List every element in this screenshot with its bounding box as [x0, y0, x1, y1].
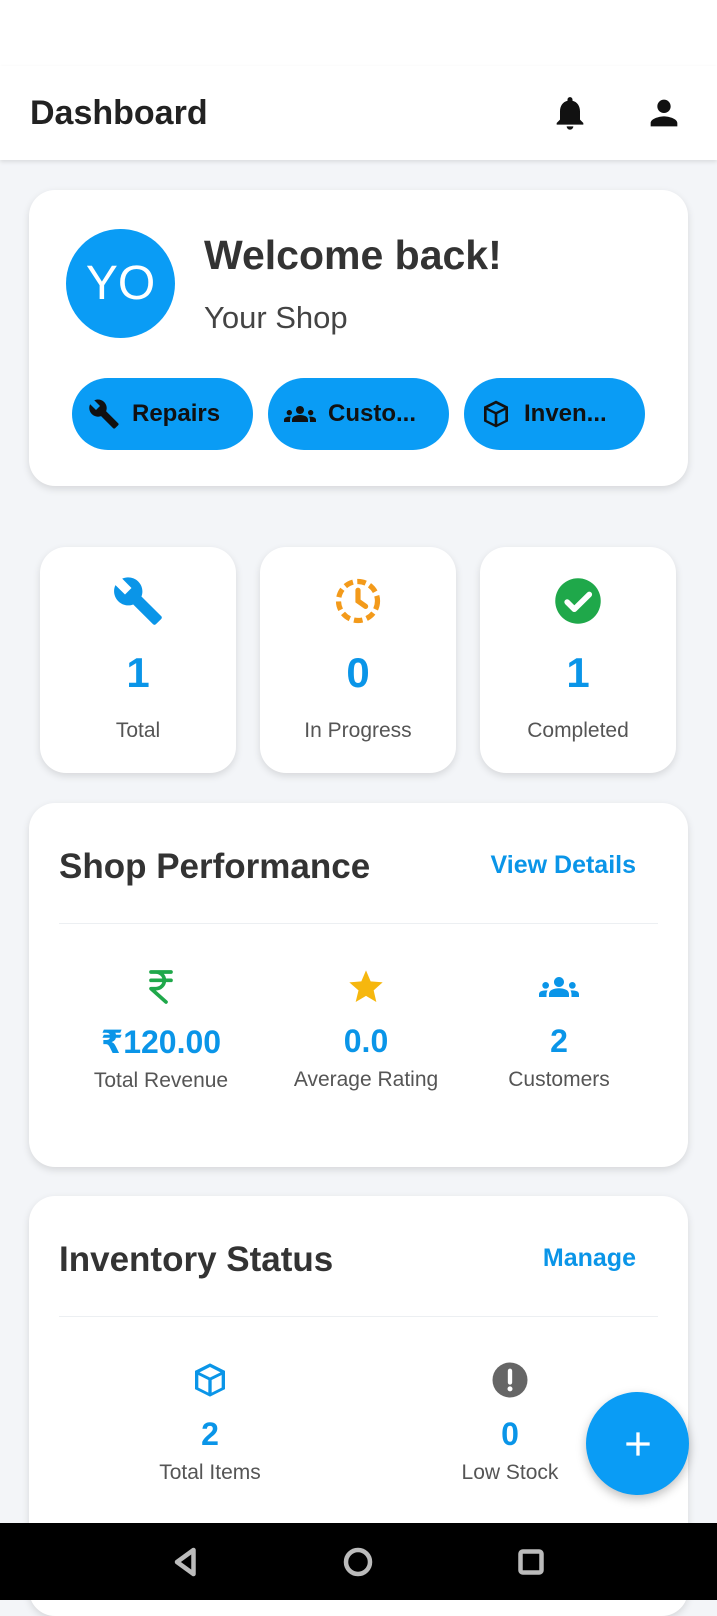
metric-value: 2 — [201, 1416, 219, 1452]
customers-chip-label: Custo... — [328, 400, 416, 427]
metric-value: 0 — [501, 1416, 519, 1452]
avatar[interactable]: YO — [66, 229, 175, 338]
stat-card-completed[interactable]: 1 Completed — [480, 547, 676, 773]
rupee-icon — [149, 970, 173, 1004]
metric-label: Low Stock — [461, 1461, 559, 1484]
inventory-chip-label: Inven... — [524, 400, 607, 427]
plus-icon — [625, 1431, 650, 1456]
stat-value: 1 — [566, 649, 590, 696]
stat-label: In Progress — [304, 719, 412, 742]
box-icon — [484, 400, 508, 428]
metric-value: 0.0 — [343, 1023, 389, 1059]
wrench-icon — [114, 577, 162, 625]
recents-icon[interactable] — [513, 1544, 549, 1580]
account-icon[interactable] — [641, 90, 687, 136]
quick-actions: Repairs Custo... Inven... — [72, 378, 645, 450]
repairs-chip[interactable]: Repairs — [72, 378, 253, 450]
stat-label: Total — [115, 719, 161, 742]
system-nav-bar — [0, 1523, 717, 1600]
metric-rating: 0.0 Average Rating — [266, 963, 466, 1092]
star-icon — [349, 970, 383, 1002]
metric-customers: 2 Customers — [459, 963, 659, 1092]
view-details-link[interactable]: View Details — [491, 851, 636, 880]
group-icon — [539, 977, 579, 997]
status-bar — [0, 0, 717, 66]
metric-value: ₹120.00 — [100, 1024, 222, 1060]
stat-label: Completed — [527, 719, 629, 742]
add-fab-button[interactable] — [586, 1392, 689, 1495]
metric-value: 2 — [550, 1023, 568, 1059]
metric-label: Total Items — [159, 1461, 261, 1484]
inventory-chip[interactable]: Inven... — [464, 378, 645, 450]
group-icon — [284, 406, 316, 422]
section-title: Shop Performance — [59, 847, 371, 886]
welcome-card: YO Welcome back! Your Shop Repairs Custo… — [29, 190, 688, 486]
bell-icon[interactable] — [547, 90, 593, 136]
shop-performance-card: Shop Performance View Details ₹120.00 To… — [29, 803, 688, 1167]
wrench-icon — [89, 399, 119, 429]
metric-label: Total Revenue — [93, 1069, 229, 1092]
stat-value: 0 — [346, 649, 370, 696]
metric-total-items: 2 Total Items — [110, 1356, 310, 1485]
manage-link[interactable]: Manage — [543, 1244, 636, 1273]
divider — [59, 1316, 658, 1317]
metric-label: Customers — [508, 1068, 610, 1091]
repairs-chip-label: Repairs — [132, 400, 221, 427]
back-icon[interactable] — [168, 1544, 204, 1580]
stat-value: 1 — [126, 649, 150, 696]
clock-icon — [335, 578, 381, 624]
stat-card-in-progress[interactable]: 0 In Progress — [260, 547, 456, 773]
metric-label: Average Rating — [293, 1068, 439, 1091]
section-title: Inventory Status — [59, 1240, 334, 1279]
page-title: Dashboard — [30, 93, 208, 132]
check-circle-icon — [555, 578, 601, 624]
customers-chip[interactable]: Custo... — [268, 378, 449, 450]
home-icon[interactable] — [340, 1544, 376, 1580]
divider — [59, 923, 658, 924]
alert-circle-icon — [492, 1362, 528, 1398]
metric-low-stock: 0 Low Stock — [410, 1356, 610, 1485]
app-bar: Dashboard — [0, 66, 717, 160]
stat-card-total[interactable]: 1 Total — [40, 547, 236, 773]
shop-name: Your Shop — [204, 300, 348, 335]
box-icon — [195, 1363, 225, 1397]
metric-revenue: ₹120.00 Total Revenue — [61, 963, 261, 1093]
welcome-title: Welcome back! — [204, 232, 502, 278]
